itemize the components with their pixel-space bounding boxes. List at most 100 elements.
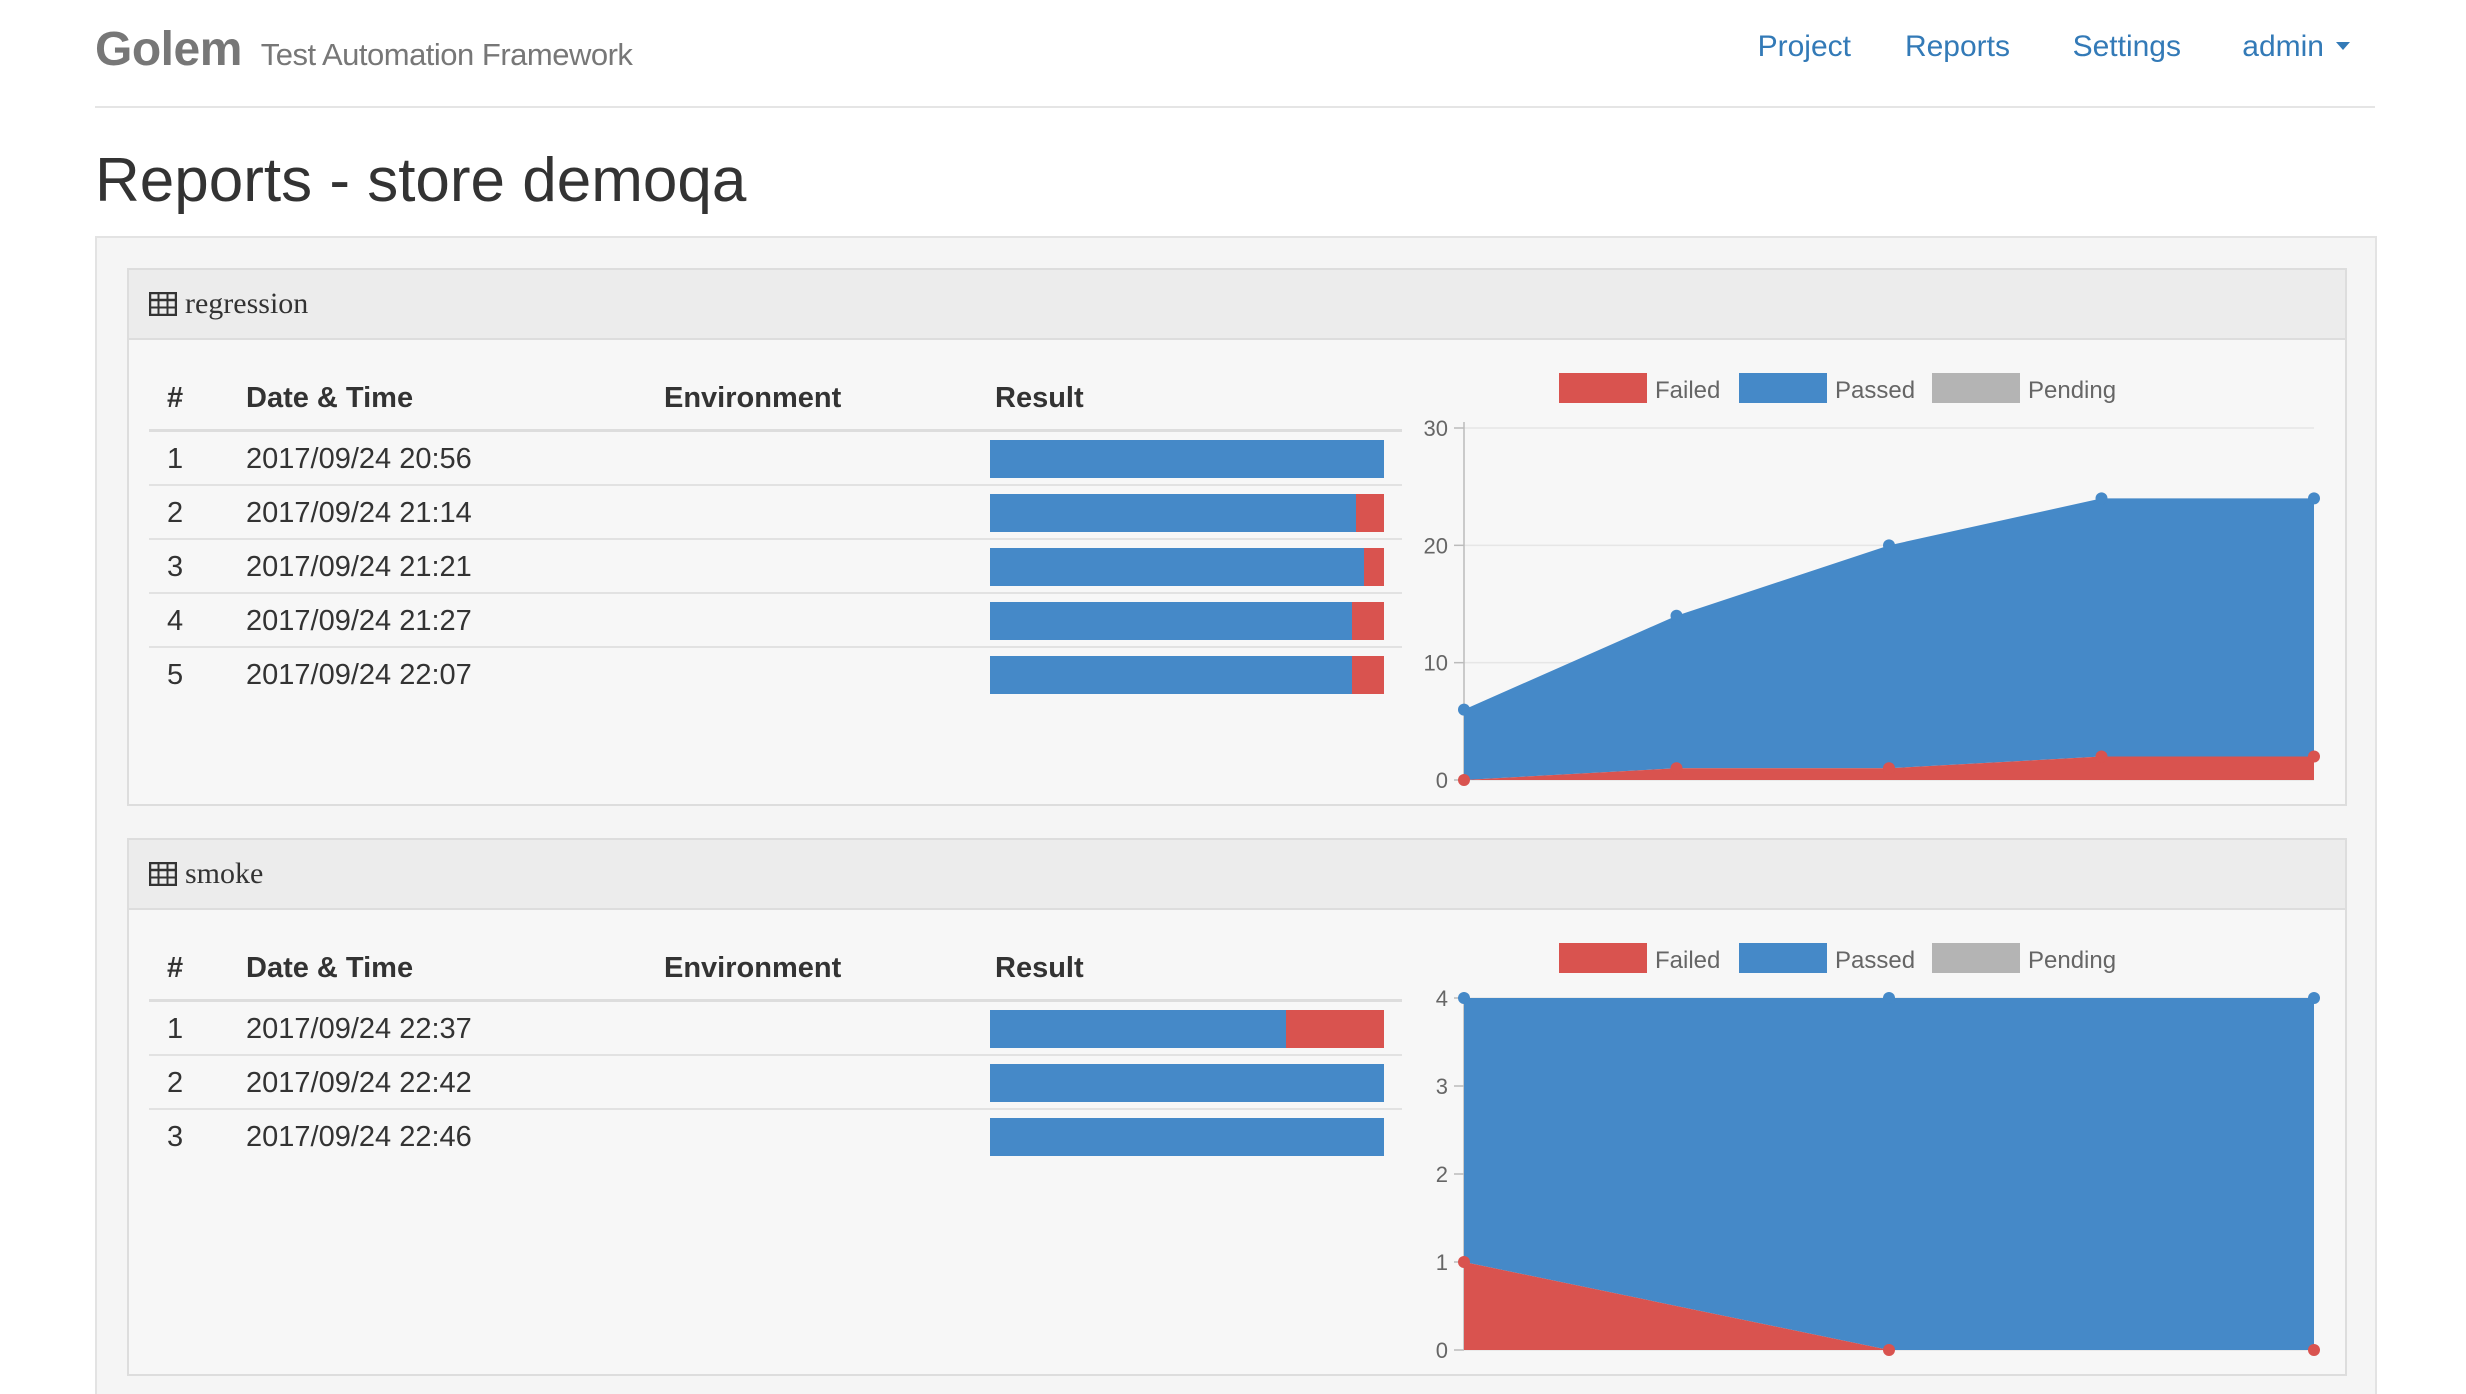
result-bar[interactable] (990, 1064, 1384, 1102)
legend-swatch (1559, 943, 1647, 973)
passed-point[interactable] (1883, 992, 1895, 1004)
y-tick-label: 0 (1436, 1338, 1448, 1360)
result-bar[interactable] (990, 548, 1384, 586)
passed-point[interactable] (1670, 609, 1683, 622)
table-row[interactable]: 3 2017/09/24 22:46 (149, 1110, 1402, 1164)
failed-point[interactable] (2095, 750, 2108, 763)
table-row[interactable]: 1 2017/09/24 20:56 (149, 432, 1402, 486)
panel-heading: regression (129, 270, 2345, 340)
result-bar[interactable] (990, 440, 1384, 478)
result-bar-passed (990, 602, 1353, 640)
y-tick-label: 20 (1424, 533, 1448, 558)
row-datetime[interactable]: 2017/09/24 21:21 (246, 551, 472, 584)
passed-point[interactable] (2095, 492, 2108, 505)
legend-item-passed[interactable]: Passed (1739, 943, 1915, 974)
legend-label: Pending (2028, 947, 2116, 974)
row-number: 2 (167, 497, 184, 529)
table-row[interactable]: 1 2017/09/24 22:37 (149, 1002, 1402, 1056)
failed-point[interactable] (2308, 750, 2320, 763)
result-bar-passed (990, 494, 1357, 532)
col-environment: Environment (664, 382, 842, 414)
legend-swatch (1559, 373, 1647, 403)
row-number: 2 (167, 1067, 184, 1099)
result-bar[interactable] (990, 602, 1384, 640)
col-result: Result (995, 382, 1084, 414)
failed-point[interactable] (1670, 762, 1683, 775)
row-number: 3 (167, 551, 184, 583)
row-number: 5 (167, 659, 184, 691)
user-menu-toggle[interactable]: admin (2242, 30, 2350, 64)
table-row[interactable]: 3 2017/09/24 21:21 (149, 540, 1402, 594)
user-menu-label: admin (2242, 30, 2324, 63)
result-bar[interactable] (990, 1118, 1384, 1156)
legend-swatch (1739, 943, 1827, 973)
row-datetime[interactable]: 2017/09/24 22:46 (246, 1121, 472, 1154)
col-number: # (167, 952, 184, 984)
result-bar-passed (990, 656, 1353, 694)
table-icon (149, 862, 177, 886)
table-row[interactable]: 2 2017/09/24 22:42 (149, 1056, 1402, 1110)
failed-point[interactable] (2308, 1344, 2320, 1356)
executions-table: # Date & Time Environment Result 1 2017/0… (149, 360, 1402, 702)
panel-heading: smoke (129, 840, 2345, 910)
y-tick-label: 0 (1436, 768, 1448, 790)
row-datetime[interactable]: 2017/09/24 22:42 (246, 1067, 472, 1100)
legend-swatch (1932, 373, 2020, 403)
suite-panel-smoke: smoke # Date & Time Environment Result 1… (127, 838, 2347, 1376)
passed-point[interactable] (1458, 992, 1470, 1004)
result-bar[interactable] (990, 494, 1384, 532)
legend-label: Pending (2028, 377, 2116, 404)
brand-name: Golem (95, 23, 242, 76)
y-tick-label: 3 (1436, 1074, 1448, 1099)
result-bar-failed (1356, 494, 1384, 532)
legend-item-failed[interactable]: Failed (1559, 943, 1720, 974)
legend-label: Passed (1835, 377, 1915, 404)
y-tick-label: 10 (1424, 651, 1448, 676)
executions-table: # Date & Time Environment Result 1 2017/0… (149, 930, 1402, 1164)
row-datetime[interactable]: 2017/09/24 22:07 (246, 659, 472, 692)
row-datetime[interactable]: 2017/09/24 21:27 (246, 605, 472, 638)
result-bar-passed (990, 1064, 1384, 1102)
legend-item-pending[interactable]: Pending (1932, 943, 2116, 974)
suite-name: regression (185, 287, 309, 320)
failed-point[interactable] (1883, 1344, 1895, 1356)
failed-point[interactable] (1458, 774, 1470, 786)
passed-point[interactable] (2308, 992, 2320, 1004)
row-datetime[interactable]: 2017/09/24 22:37 (246, 1013, 472, 1046)
y-tick-label: 4 (1436, 986, 1448, 1011)
page-title: Reports - store demoqa (95, 146, 747, 215)
results-chart: Failed Passed Pending 0 1 2 3 4 (1436, 943, 2320, 1360)
legend-label: Failed (1655, 947, 1720, 974)
legend-item-passed[interactable]: Passed (1739, 373, 1915, 404)
col-environment: Environment (664, 952, 842, 984)
col-datetime: Date & Time (246, 382, 414, 414)
passed-point[interactable] (1458, 703, 1470, 716)
nav-reports-link[interactable]: Reports (1905, 30, 2010, 64)
legend-item-pending[interactable]: Pending (1932, 373, 2116, 404)
nav-project-link[interactable]: Project (1758, 30, 1851, 64)
row-number: 1 (167, 1013, 184, 1045)
table-header: # Date & Time Environment Result (149, 360, 1402, 432)
y-tick-label: 1 (1436, 1250, 1448, 1275)
result-bar[interactable] (990, 1010, 1384, 1048)
col-result: Result (995, 952, 1084, 984)
results-chart: Failed Passed Pending 0 10 20 30 (1424, 373, 2320, 790)
reports-container: regression # Date & Time Environment Res… (95, 236, 2377, 1394)
table-row[interactable]: 4 2017/09/24 21:27 (149, 594, 1402, 648)
brand[interactable]: Golem Test Automation Framework (95, 22, 633, 77)
nav-settings-link[interactable]: Settings (2073, 30, 2181, 64)
result-bar[interactable] (990, 656, 1384, 694)
passed-point[interactable] (1883, 539, 1895, 552)
brand-tagline: Test Automation Framework (260, 37, 633, 72)
row-datetime[interactable]: 2017/09/24 20:56 (246, 443, 472, 476)
table-row[interactable]: 2 2017/09/24 21:14 (149, 486, 1402, 540)
row-number: 3 (167, 1121, 184, 1153)
failed-point[interactable] (1883, 762, 1895, 775)
failed-point[interactable] (1458, 1256, 1470, 1268)
passed-point[interactable] (2308, 492, 2320, 505)
result-bar-failed (1352, 602, 1384, 640)
legend-item-failed[interactable]: Failed (1559, 373, 1720, 404)
row-datetime[interactable]: 2017/09/24 21:14 (246, 497, 472, 530)
col-number: # (167, 382, 184, 414)
table-row[interactable]: 5 2017/09/24 22:07 (149, 648, 1402, 702)
